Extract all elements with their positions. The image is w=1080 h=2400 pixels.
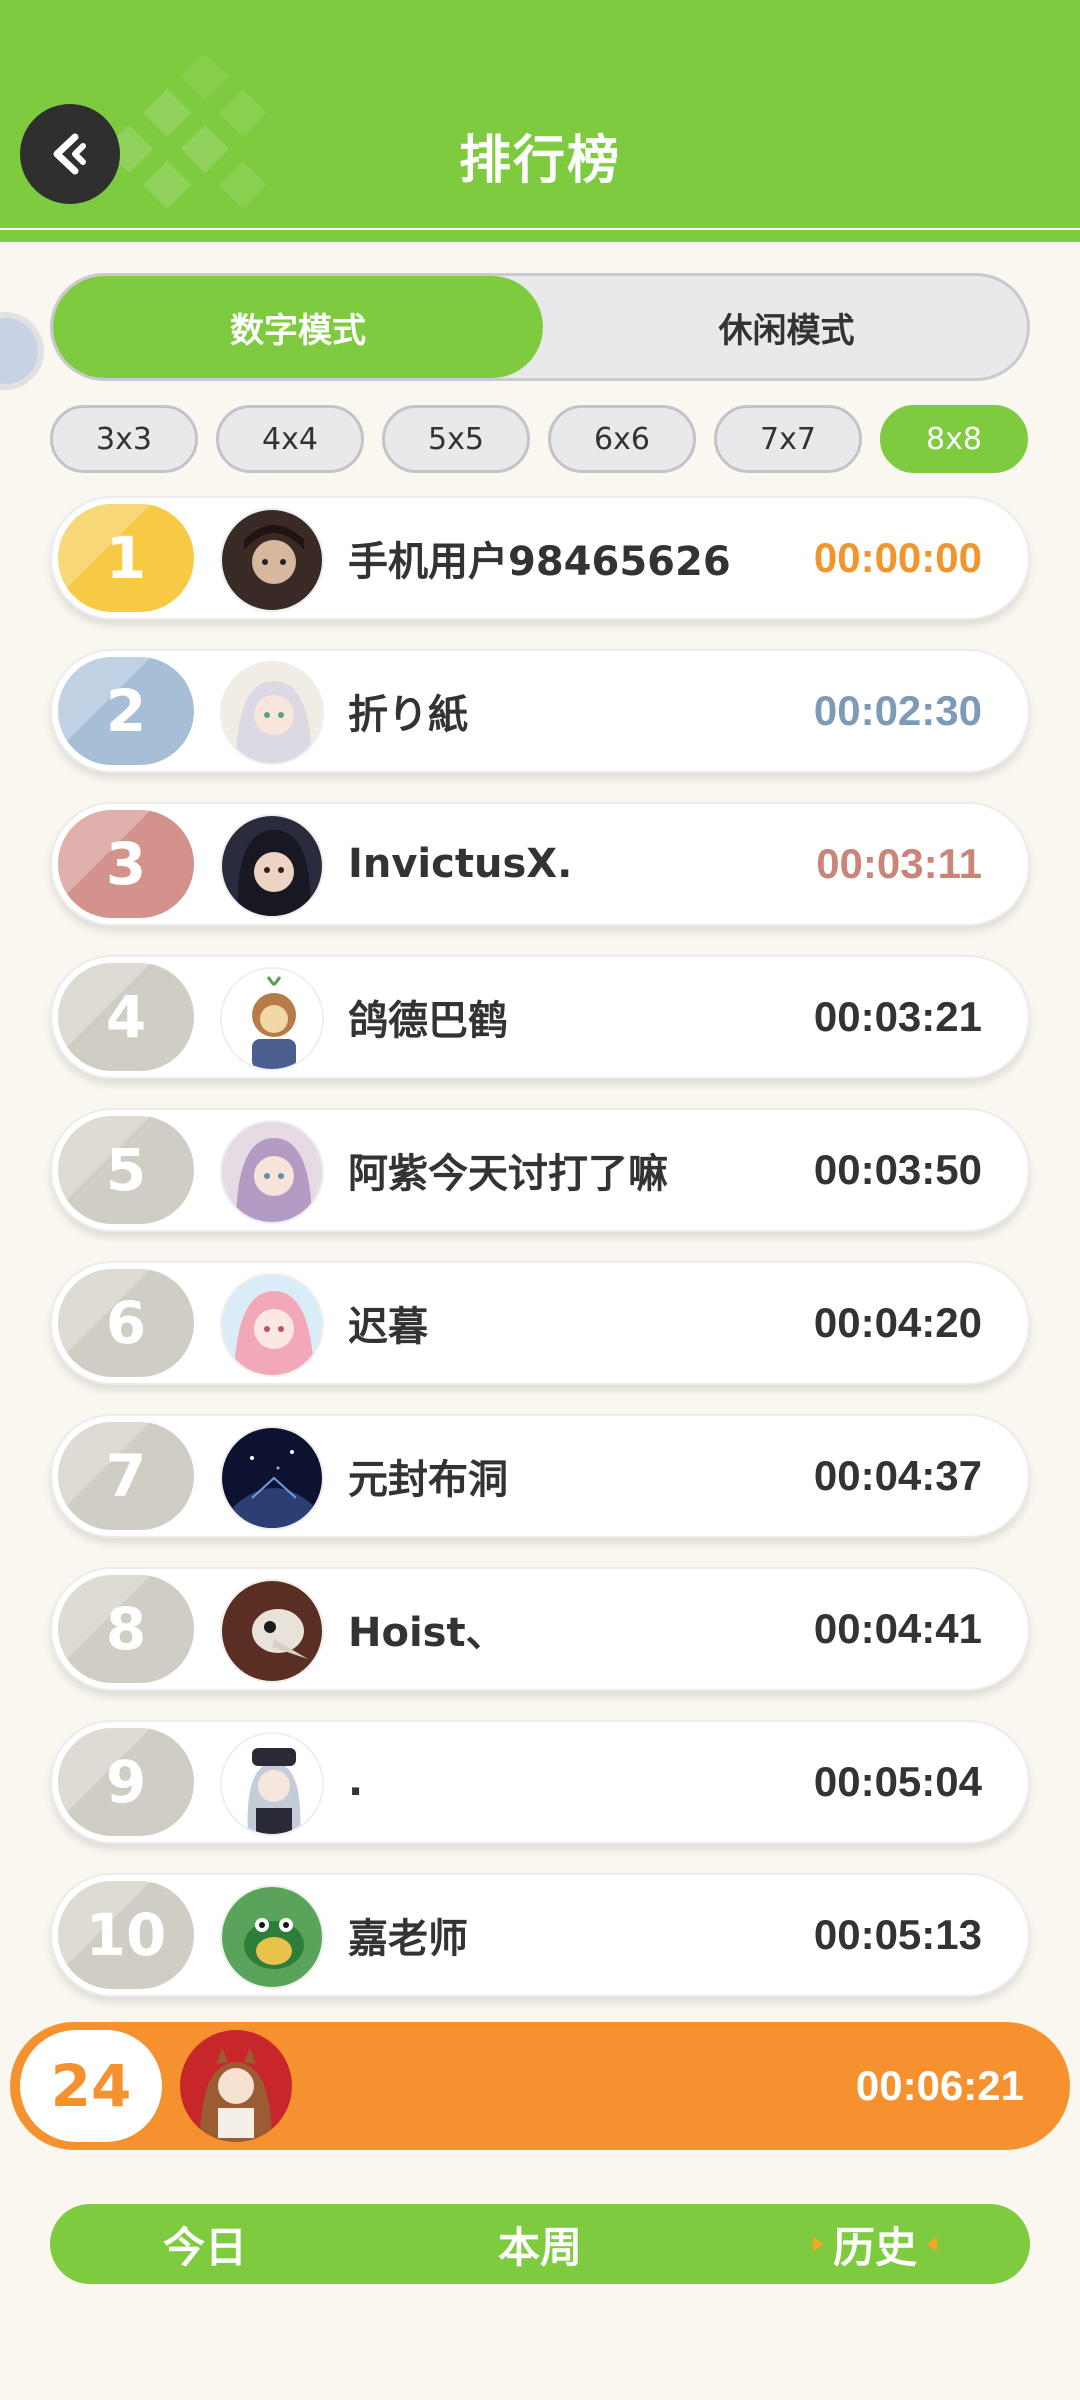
- player-name: 迟暮: [348, 1304, 428, 1350]
- player-time: 00:04:20: [813, 1299, 982, 1346]
- ranking-row[interactable]: 5 阿紫今天讨打了嘛 00:03:50: [50, 1108, 1030, 1232]
- size-8x8-button[interactable]: 8x8: [880, 405, 1028, 473]
- avatar: [220, 1579, 324, 1683]
- rank-badge: 10: [58, 1881, 194, 1989]
- player-time: 00:00:00: [813, 534, 982, 581]
- size-6x6-button[interactable]: 6x6: [548, 405, 696, 473]
- size-5x5-button[interactable]: 5x5: [382, 405, 530, 473]
- period-week-label: 本周: [497, 2222, 582, 2272]
- avatar: [220, 1120, 324, 1224]
- player-time: 00:04:37: [813, 1452, 982, 1499]
- selected-right-triangle-icon: [812, 2236, 823, 2252]
- my-ranking-row[interactable]: 24 00:06:21: [10, 2022, 1070, 2150]
- player-name: 手机用户98465626: [348, 539, 731, 585]
- rank-badge: 5: [58, 1116, 194, 1224]
- side-avatar-peek: [0, 312, 44, 390]
- rank-badge: 2: [58, 657, 194, 765]
- avatar: [220, 1426, 324, 1530]
- mode-toggle: 数字模式 休闲模式: [50, 273, 1030, 381]
- player-time: 00:03:50: [813, 1146, 982, 1193]
- player-time: 00:03:11: [816, 840, 982, 887]
- player-name: 元封布洞: [348, 1457, 508, 1503]
- player-time: 00:05:04: [813, 1758, 982, 1805]
- header-pattern: [180, 52, 230, 102]
- rank-badge: 6: [58, 1269, 194, 1377]
- player-name: 阿紫今天讨打了嘛: [348, 1151, 668, 1197]
- my-rank-badge: 24: [20, 2030, 162, 2142]
- player-name: .: [348, 1759, 364, 1805]
- size-7x7-button[interactable]: 7x7: [714, 405, 862, 473]
- ranking-row[interactable]: 2 折り紙 00:02:30: [50, 649, 1030, 773]
- size-4x4-button[interactable]: 4x4: [216, 405, 364, 473]
- player-time: 00:02:30: [813, 687, 982, 734]
- ranking-row[interactable]: 4 鸽德巴鹤 00:03:21: [50, 955, 1030, 1079]
- player-name: 鸽德巴鹤: [348, 998, 508, 1044]
- header-underline: [0, 230, 1080, 242]
- my-avatar: [180, 2030, 292, 2142]
- period-week-tab[interactable]: 本周: [385, 2204, 695, 2284]
- rank-badge: 4: [58, 963, 194, 1071]
- period-selector: 今日 本周 历史: [50, 2204, 1030, 2284]
- ranking-row[interactable]: 9 . 00:05:04: [50, 1720, 1030, 1844]
- header-bar: [0, 0, 1080, 230]
- ranking-row[interactable]: 10 嘉老师 00:05:13: [50, 1873, 1030, 1997]
- avatar: [220, 1273, 324, 1377]
- rank-badge: 3: [58, 810, 194, 918]
- ranking-row[interactable]: 3 InvictusX. 00:03:11: [50, 802, 1030, 926]
- avatar: [220, 1885, 324, 1989]
- player-time: 00:04:41: [813, 1605, 982, 1652]
- avatar: [220, 508, 324, 612]
- avatar: [220, 814, 324, 918]
- rank-badge: 8: [58, 1575, 194, 1683]
- ranking-row[interactable]: 1 手机用户98465626 00:00:00: [50, 496, 1030, 620]
- period-history-label: 历史: [832, 2222, 917, 2272]
- ranking-row[interactable]: 8 Hoist、 00:04:41: [50, 1567, 1030, 1691]
- player-name: 折り紙: [348, 692, 468, 738]
- avatar: [220, 661, 324, 765]
- tab-number-mode[interactable]: 数字模式: [53, 276, 543, 378]
- player-time: 00:03:21: [813, 993, 982, 1040]
- player-time: 00:05:13: [813, 1911, 982, 1958]
- period-history-tab[interactable]: 历史: [720, 2204, 1030, 2284]
- ranking-row[interactable]: 7 元封布洞 00:04:37: [50, 1414, 1030, 1538]
- rank-badge: 7: [58, 1422, 194, 1530]
- tab-casual-mode[interactable]: 休闲模式: [543, 276, 1027, 378]
- avatar: [220, 1732, 324, 1836]
- ranking-row[interactable]: 6 迟暮 00:04:20: [50, 1261, 1030, 1385]
- my-time: 00:06:21: [855, 2062, 1024, 2109]
- period-today-tab[interactable]: 今日: [50, 2204, 360, 2284]
- player-name: Hoist、: [348, 1610, 506, 1656]
- page-title: 排行榜: [458, 131, 621, 191]
- avatar: [220, 967, 324, 1071]
- rank-badge: 1: [58, 504, 194, 612]
- player-name: 嘉老师: [348, 1916, 468, 1962]
- size-3x3-button[interactable]: 3x3: [50, 405, 198, 473]
- player-name: InvictusX.: [348, 841, 573, 887]
- rank-badge: 9: [58, 1728, 194, 1836]
- selected-left-triangle-icon: [927, 2236, 937, 2252]
- period-today-label: 今日: [162, 2222, 247, 2272]
